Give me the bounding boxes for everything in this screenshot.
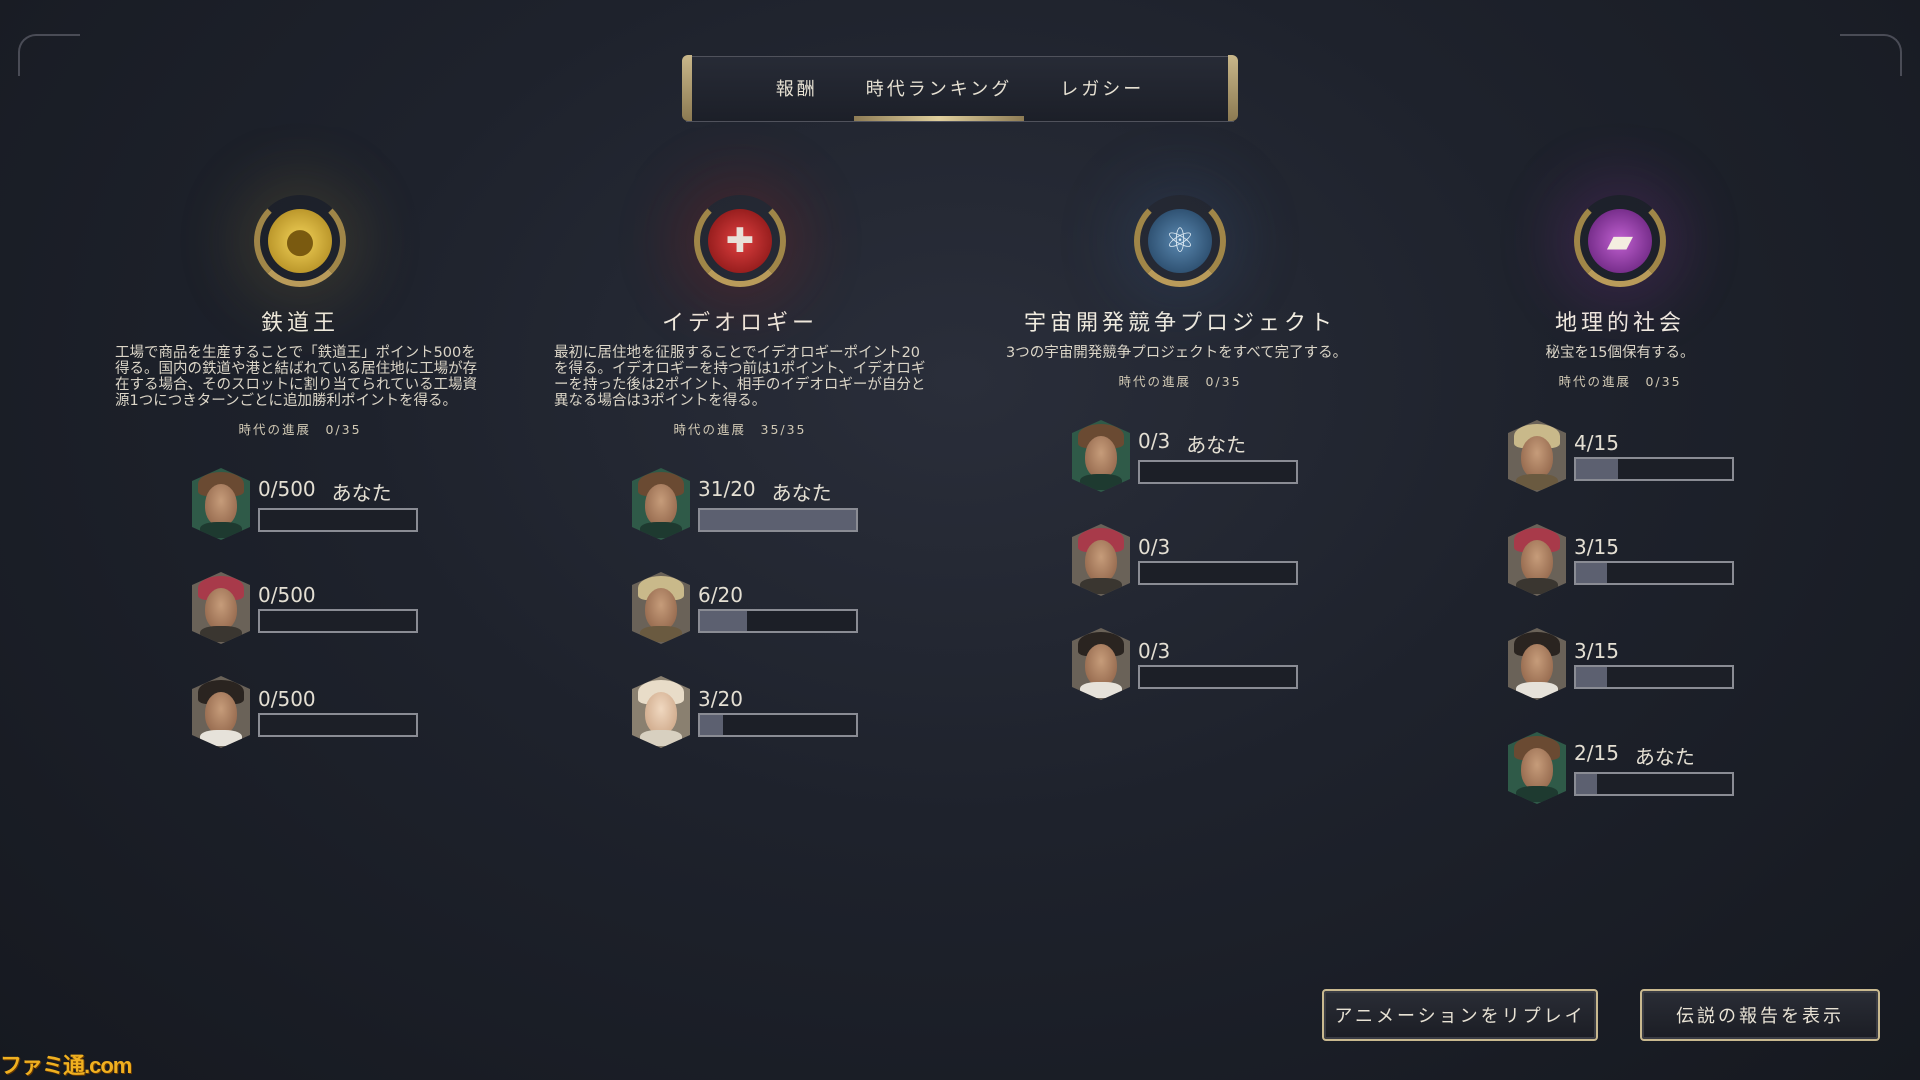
ranking-entry: 0/3 [1072,508,1380,612]
you-label: あなた [771,480,832,505]
you-label: あなた [1186,432,1247,457]
column-title: イデオロギー [661,311,818,336]
leader-portrait [1072,628,1130,700]
leader-portrait [632,572,690,644]
leader-portrait [1072,524,1130,596]
column-description: 工場で商品を生産することで「鉄道王」ポイント500を得る。国内の鉄道や港と結ばれ… [115,345,478,409]
tab-era-ranking[interactable]: 時代ランキング [852,57,1026,121]
ranking-entry: 0/3 あなた [1072,404,1380,508]
progress-bar [698,713,858,737]
progress-bar [1138,561,1298,585]
legacy-column-railroad: ● 鉄道王 工場で商品を生産することで「鉄道王」ポイント500を得る。国内の鉄道… [100,195,500,764]
watermark-logo: ファミ通.com [0,1053,132,1078]
column-title: 地理的社会 [1554,311,1685,336]
era-progress: 時代の進展 35/35 [673,422,807,437]
progress-bar [1574,665,1734,689]
progress-bar [1574,771,1734,796]
ranking-entry: 3/20 [632,660,940,764]
column-description: 秘宝を15個保有する。 [1545,345,1695,361]
column-title: 鉄道王 [260,311,339,336]
progress-bar [698,609,858,633]
progress-bar [258,609,418,633]
frame-corner-left [18,34,80,76]
column-title: 宇宙開発競争プロジェクト [1023,311,1336,336]
coins-icon: ● [254,195,346,287]
era-progress: 時代の進展 0/35 [238,422,362,437]
leader-portrait [1508,524,1566,596]
leader-portrait [632,468,690,540]
progress-bar [1574,561,1734,585]
ranking-entry: 31/20 あなた [632,452,940,556]
score-value: 0/3 [1138,428,1171,453]
you-label: あなた [331,480,392,505]
era-progress: 時代の進展 0/35 [1558,374,1682,389]
score-value: 0/500 [258,476,316,501]
era-progress: 時代の進展 0/35 [1118,374,1242,389]
ranking-entry: 0/500 [192,660,500,764]
score-value: 0/500 [258,583,316,607]
tab-rewards[interactable]: 報酬 [762,57,832,121]
leader-portrait [1508,732,1566,804]
score-value: 3/15 [1574,639,1619,663]
frame-corner-right [1840,34,1902,76]
ranking-entry: 0/3 [1072,612,1380,716]
atom-icon: ⚛ [1134,195,1226,287]
ranking-entry: 3/15 [1508,508,1820,612]
leader-portrait [192,676,250,748]
tab-bar: 報酬 時代ランキング レガシー [682,55,1238,122]
leader-portrait [1508,628,1566,700]
score-value: 0/500 [258,687,316,711]
score-value: 4/15 [1574,431,1619,455]
score-value: 31/20 [698,476,756,501]
score-value: 3/15 [1574,535,1619,559]
show-legend-report-button[interactable]: 伝説の報告を表示 [1640,989,1880,1041]
progress-bar [258,507,418,532]
progress-bar [1138,665,1298,689]
legacy-column-space-race: ⚛ 宇宙開発競争プロジェクト 3つの宇宙開発競争プロジェクトをすべて完了する。 … [980,195,1380,716]
shield-sword-icon: ✚ [694,195,786,287]
score-value: 0/3 [1138,535,1171,559]
score-value: 3/20 [698,687,743,711]
progress-bar [1138,459,1298,484]
progress-bar [258,713,418,737]
ranking-entry: 4/15 [1508,404,1820,508]
progress-bar [698,507,858,532]
replay-animation-button[interactable]: アニメーションをリプレイ [1322,989,1598,1041]
leader-portrait [192,572,250,644]
book-icon: ▰ [1574,195,1666,287]
leader-portrait [1072,420,1130,492]
legacy-column-ideology: ✚ イデオロギー 最初に居住地を征服することでイデオロギーポイント20を得る。イ… [540,195,940,764]
leader-portrait [632,676,690,748]
you-label: あなた [1634,744,1695,769]
column-description: 3つの宇宙開発競争プロジェクトをすべて完了する。 [1006,345,1348,361]
tab-legacy[interactable]: レガシー [1046,57,1158,121]
score-value: 2/15 [1574,740,1619,765]
score-value: 6/20 [698,583,743,607]
leader-portrait [1508,420,1566,492]
progress-bar [1574,457,1734,481]
leader-portrait [192,468,250,540]
ranking-entry: 2/15 あなた [1508,716,1820,820]
column-description: 最初に居住地を征服することでイデオロギーポイント20を得る。イデオロギーを持つ前… [554,345,926,409]
ranking-entry: 3/15 [1508,612,1820,716]
ranking-entry: 0/500 [192,556,500,660]
ranking-entry: 6/20 [632,556,940,660]
ranking-entry: 0/500 あなた [192,452,500,556]
legacy-column-geographic-society: ▰ 地理的社会 秘宝を15個保有する。 時代の進展 0/35 4/15 3/15… [1420,195,1820,820]
score-value: 0/3 [1138,639,1171,663]
